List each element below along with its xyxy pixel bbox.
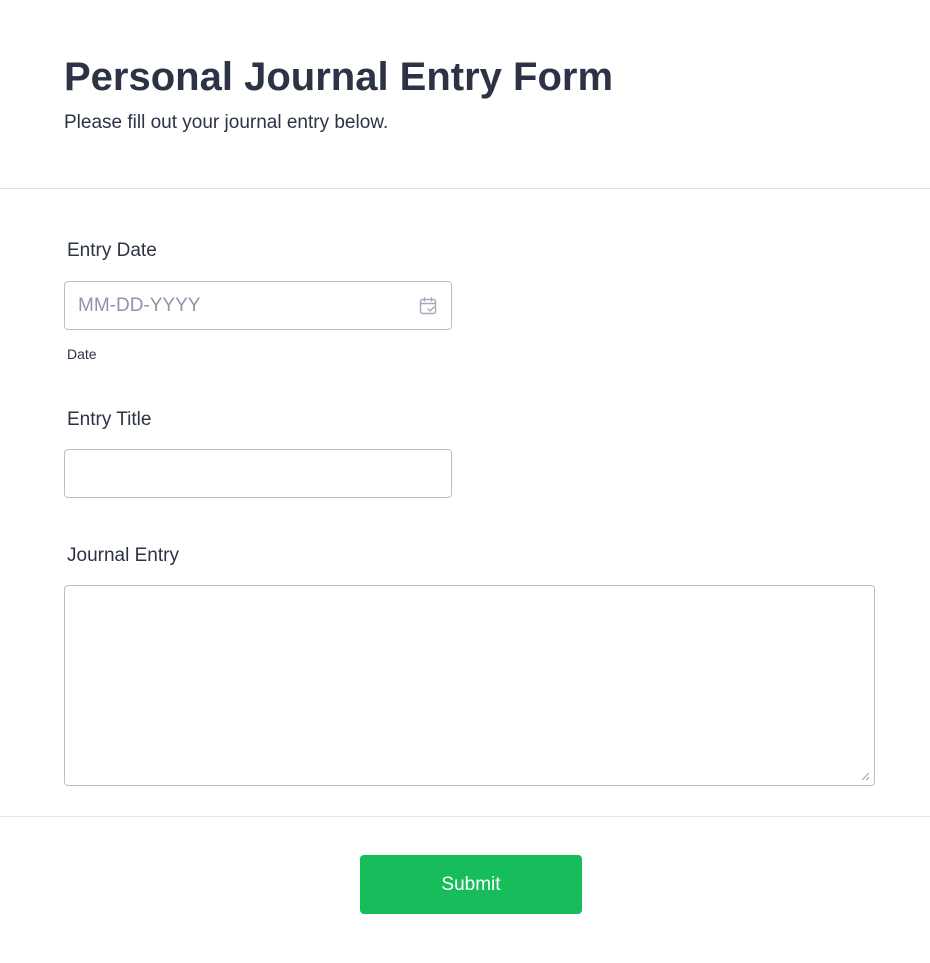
form-header: Personal Journal Entry Form Please fill … [0, 0, 930, 189]
footer-divider [0, 816, 930, 817]
form-title: Personal Journal Entry Form [64, 55, 614, 99]
entry-date-sublabel: Date [67, 346, 97, 362]
entry-date-label: Entry Date [67, 240, 157, 261]
entry-title-input[interactable] [65, 450, 451, 497]
entry-date-field[interactable] [64, 281, 452, 330]
entry-date-input[interactable] [65, 282, 451, 329]
form-subtitle: Please fill out your journal entry below… [64, 112, 389, 133]
resize-handle-icon[interactable] [860, 771, 870, 781]
entry-title-label: Entry Title [67, 409, 152, 430]
submit-button[interactable]: Submit [360, 855, 582, 914]
journal-entry-textarea[interactable] [65, 586, 874, 785]
entry-title-field[interactable] [64, 449, 452, 498]
journal-entry-field[interactable] [64, 585, 875, 786]
form-page: Personal Journal Entry Form Please fill … [0, 0, 930, 963]
calendar-check-icon[interactable] [418, 296, 438, 316]
journal-entry-label: Journal Entry [67, 545, 179, 566]
